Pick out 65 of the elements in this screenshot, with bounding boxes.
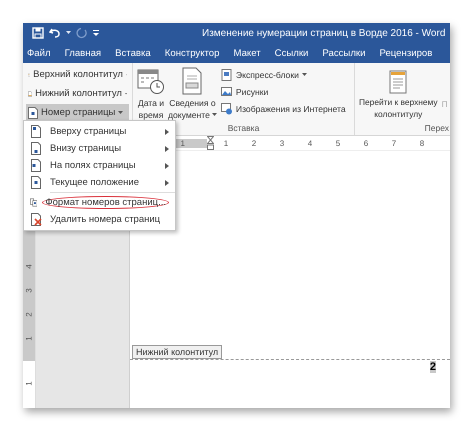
ruler-number: 2: [250, 138, 258, 148]
page-icon: [30, 125, 42, 138]
menu-item[interactable]: На полях страницы: [24, 157, 175, 174]
menu-item[interactable]: Текущее положение: [24, 174, 175, 191]
ruler-number: 2: [24, 312, 34, 317]
page-icon: [30, 142, 42, 155]
group-label: Перех: [424, 123, 449, 133]
ribbon-tab[interactable]: Конструктор: [164, 48, 220, 58]
ribbon-button[interactable]: Верхний колонтитул: [26, 66, 129, 83]
indent-marker-icon[interactable]: [207, 136, 214, 150]
ribbon-large-button[interactable]: Сведения о документе: [167, 66, 218, 123]
ribbon-button[interactable]: Номер страницы: [26, 104, 129, 121]
document-info-icon: [180, 67, 204, 95]
redo-icon: [76, 27, 88, 39]
format-pages-icon: [30, 196, 38, 209]
online-picture-icon: [220, 102, 233, 114]
ribbon-tab[interactable]: Рассылки: [322, 48, 366, 58]
submenu-arrow-icon: [165, 180, 169, 186]
picture-icon: [220, 86, 233, 98]
submenu-arrow-icon: [165, 162, 169, 168]
ribbon-tab[interactable]: Вставка: [115, 48, 151, 58]
footer-tag: Нижний колонтитул: [132, 345, 222, 359]
page-icon: [30, 176, 42, 189]
blocks-icon: [220, 68, 233, 80]
menu-item[interactable]: Удалить номера страниц: [24, 211, 175, 228]
ribbon-tab[interactable]: Файл: [27, 48, 51, 58]
ruler-number: 4: [24, 264, 34, 269]
header-page-icon: [389, 70, 408, 94]
customize-icon[interactable]: [93, 30, 99, 36]
ruler-number: 3: [24, 288, 34, 293]
window-title: Изменение нумерации страниц в Ворде 2016 - Word: [202, 28, 446, 38]
group-label: Вставка: [228, 123, 260, 133]
submenu-arrow-icon: [165, 128, 169, 134]
undo-icon[interactable]: [49, 27, 61, 39]
ribbon-button[interactable]: Экспресс-блоки: [218, 66, 348, 83]
ruler-number: 6: [362, 138, 370, 148]
ribbon-tab[interactable]: Макет: [233, 48, 261, 58]
ruler-number: 1: [24, 381, 34, 386]
page-icon: [30, 159, 42, 172]
ruler-number: 7: [390, 138, 398, 148]
ruler-number: 4: [306, 138, 314, 148]
ruler-number: 3: [278, 138, 286, 148]
menu-item[interactable]: Вверху страницы: [24, 123, 175, 140]
menu-item[interactable]: Внизу страницы: [24, 140, 175, 157]
caret-icon: [118, 110, 124, 114]
delete-page-icon: [30, 213, 42, 226]
submenu-arrow-icon: [165, 146, 169, 152]
ruler-number: 1: [24, 336, 34, 341]
ruler-number: 8: [418, 138, 426, 148]
ribbon-tab[interactable]: Рецензиров: [379, 48, 432, 58]
caret-icon[interactable]: [66, 31, 71, 35]
caret-icon: [212, 113, 217, 117]
caret-icon: [302, 72, 307, 76]
ribbon-large-button[interactable]: Перейти к верхнему колонтитулу: [358, 66, 439, 123]
ruler-number: 1: [180, 138, 185, 148]
save-icon[interactable]: [32, 27, 44, 39]
ruler-number: 5: [334, 138, 342, 148]
ruler-number: 1: [222, 138, 230, 148]
ribbon-tab[interactable]: Главная: [64, 48, 102, 58]
ribbon-button[interactable]: Рисунки: [218, 83, 348, 100]
ribbon-button[interactable]: Нижний колонтитул: [26, 85, 129, 102]
calendar-clock-icon: [137, 67, 165, 95]
page-number: 2: [430, 361, 436, 373]
ribbon-button[interactable]: Изображения из Интернета: [218, 100, 348, 117]
ribbon-tab[interactable]: Ссылки: [274, 48, 308, 58]
